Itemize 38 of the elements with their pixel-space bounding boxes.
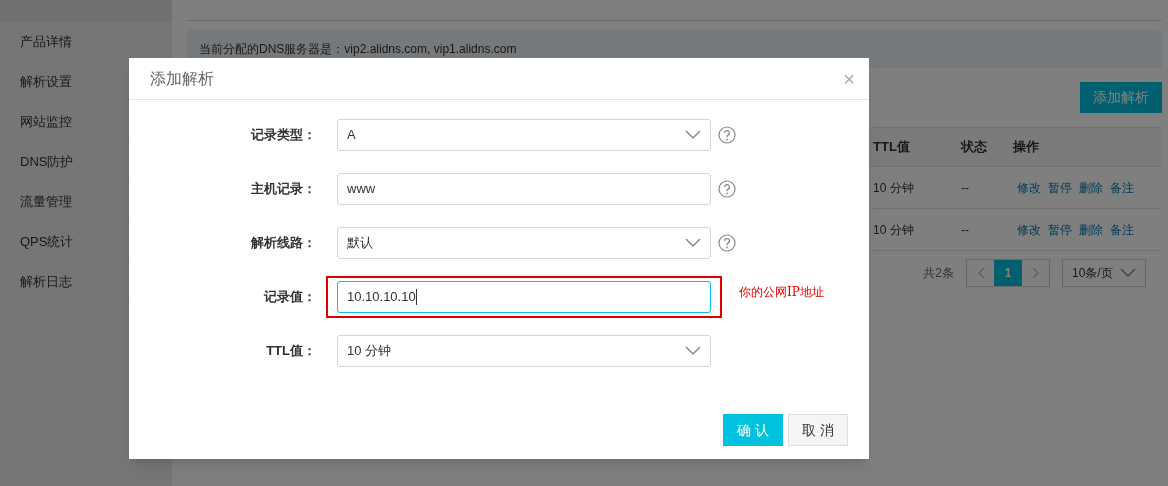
close-button[interactable]: × [843,68,855,89]
action-link[interactable]: 删除 [1079,178,1103,197]
input-field[interactable]: 10.10.10.10 [337,281,711,313]
action-link[interactable]: 暂停 [1048,178,1072,197]
action-link[interactable]: 暂停 [1048,220,1072,239]
help-icon[interactable] [718,234,736,252]
action-link[interactable]: 删除 [1079,220,1103,239]
column-header: 操作 [1013,138,1039,157]
chevron-down-icon [685,130,701,140]
input-field[interactable]: www [337,173,711,205]
annotation-note: 你的公网IP地址 [739,284,824,301]
table-cell-text: 10 分钟 [872,221,915,239]
select-field[interactable]: 10 分钟 [337,335,711,367]
chevron-down-icon [685,346,701,356]
chevron-down-icon [1120,267,1136,278]
total-count: 共2条 [923,264,954,282]
field-label: 记录值： [263,288,317,307]
help-icon[interactable] [718,180,736,198]
confirm-button[interactable]: 确 认 [723,414,783,446]
action-link[interactable]: 修改 [1017,220,1041,239]
action-link[interactable]: 修改 [1017,178,1041,197]
action-link[interactable]: 备注 [1110,220,1134,239]
column-header: 状态 [961,138,988,157]
field-label: 记录类型： [250,126,317,145]
table-cell-text: -- [961,179,970,197]
cancel-button[interactable]: 取 消 [788,414,848,446]
select-field[interactable]: 默认 [337,227,711,259]
action-link[interactable]: 备注 [1110,178,1134,197]
field-label: 主机记录： [250,180,317,199]
table-cell-text: 10 分钟 [872,179,915,197]
select-field[interactable]: A [337,119,711,151]
help-icon[interactable] [718,126,736,144]
field-label: 解析线路： [250,234,317,253]
table-cell-text: -- [961,221,970,239]
page-size-select[interactable]: 10条/页 [1062,258,1146,287]
column-header: TTL值 [872,138,911,157]
chevron-down-icon [685,238,701,248]
field-label: TTL值： [265,342,317,361]
